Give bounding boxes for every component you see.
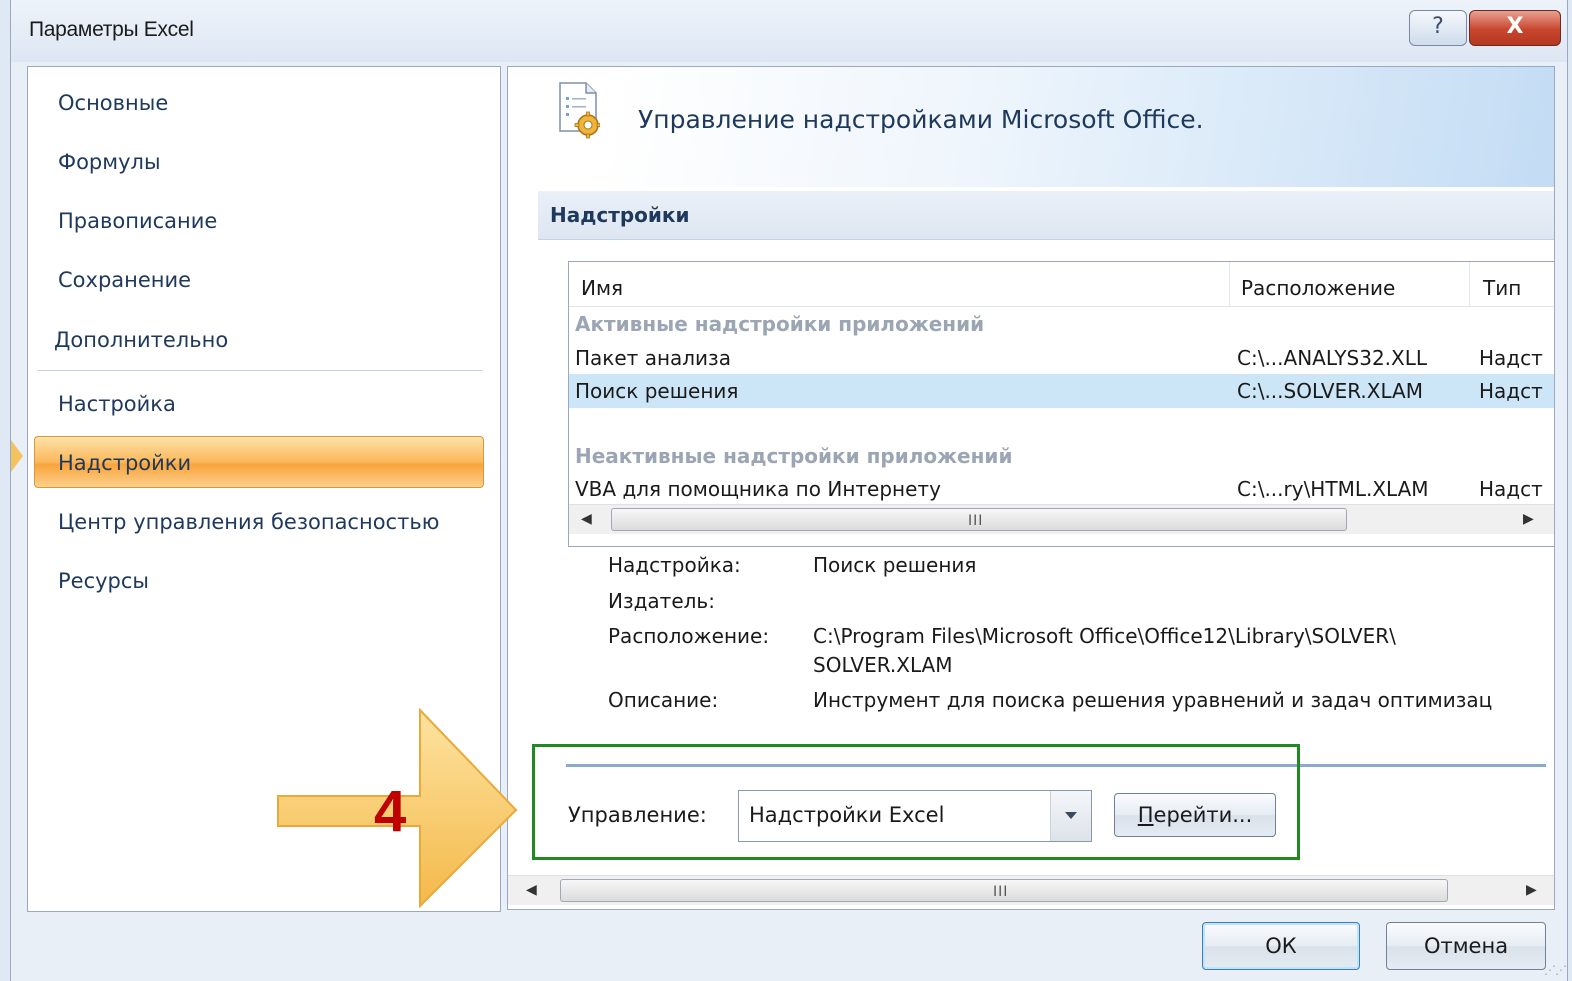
table-row[interactable]: VBA для помощника по Интернету C:\...ry\… <box>569 472 1554 506</box>
addins-list-header: Имя Расположение Тип <box>569 262 1554 307</box>
scroll-left-arrow-icon[interactable]: ◀ <box>581 511 592 527</box>
group-header-inactive: Неактивные надстройки приложений <box>575 444 1013 468</box>
row-name: Пакет анализа <box>575 346 731 370</box>
detail-description-value: Инструмент для поиска решения уравнений … <box>813 688 1493 712</box>
table-row[interactable]: Пакет анализа C:\...ANALYS32.XLL Надст <box>569 341 1554 375</box>
row-location: C:\...SOLVER.XLAM <box>1237 379 1423 403</box>
addins-gear-document-icon <box>559 82 600 139</box>
panel-banner: Управление надстройками Microsoft Office… <box>508 67 1554 187</box>
panel-banner-title: Управление надстройками Microsoft Office… <box>638 105 1204 134</box>
detail-location-value-cont: SOLVER.XLAM <box>813 653 953 677</box>
column-header-location[interactable]: Расположение <box>1241 276 1395 300</box>
window-title: Параметры Excel <box>29 18 194 41</box>
row-location: C:\...ry\HTML.XLAM <box>1237 477 1429 501</box>
scroll-right-arrow-icon[interactable]: ▶ <box>1526 882 1537 898</box>
detail-addin-label: Надстройка: <box>608 553 741 577</box>
sidebar-divider <box>38 370 482 371</box>
help-button[interactable]: ? <box>1409 10 1467 46</box>
detail-location-value: C:\Program Files\Microsoft Office\Office… <box>813 624 1396 648</box>
scroll-thumb[interactable]: III <box>611 508 1347 531</box>
detail-publisher-label: Издатель: <box>608 589 715 613</box>
group-header-active: Активные надстройки приложений <box>575 312 985 336</box>
row-type: Надст <box>1479 477 1543 501</box>
list-horizontal-scrollbar[interactable]: ◀ III ▶ <box>569 504 1554 534</box>
scroll-grip: III <box>993 884 1009 900</box>
column-header-type[interactable]: Тип <box>1483 276 1521 300</box>
go-button[interactable]: Перейти... <box>1114 793 1276 837</box>
title-bar: Параметры Excel ? X <box>11 0 1567 62</box>
table-row-selected[interactable]: Поиск решения C:\...SOLVER.XLAM Надст <box>569 374 1554 408</box>
manage-dropdown[interactable]: Надстройки Excel <box>738 790 1092 842</box>
ok-button[interactable]: ОК <box>1202 922 1360 970</box>
row-type: Надст <box>1479 346 1543 370</box>
sidebar-item-addins[interactable]: Надстройки <box>58 451 191 475</box>
annotation-arrow-tip <box>11 440 23 472</box>
sidebar-item-customize[interactable]: Настройка <box>58 392 176 416</box>
column-divider[interactable] <box>1469 262 1470 306</box>
sidebar-item-trust-center[interactable]: Центр управления безопасностью <box>58 510 439 534</box>
close-button[interactable]: X <box>1469 10 1561 46</box>
panel-horizontal-scrollbar[interactable]: ◀ III ▶ <box>508 875 1554 905</box>
sidebar-item-basic[interactable]: Основные <box>58 91 168 115</box>
row-name: VBA для помощника по Интернету <box>575 477 941 501</box>
column-header-name[interactable]: Имя <box>581 276 623 300</box>
row-name: Поиск решения <box>575 379 739 403</box>
manage-label: Управление: <box>568 803 707 827</box>
row-location: C:\...ANALYS32.XLL <box>1237 346 1428 370</box>
scroll-left-arrow-icon[interactable]: ◀ <box>526 882 537 898</box>
row-type: Надст <box>1479 379 1543 403</box>
sidebar-item-proofing[interactable]: Правописание <box>58 209 217 233</box>
sidebar-item-advanced[interactable]: Дополнительно <box>54 328 228 352</box>
cancel-button[interactable]: Отмена <box>1386 922 1546 970</box>
sidebar-item-formulas[interactable]: Формулы <box>58 150 161 174</box>
sidebar-item-resources[interactable]: Ресурсы <box>58 569 149 593</box>
addins-list[interactable]: Имя Расположение Тип Активные надстройки… <box>568 261 1554 547</box>
section-header: Надстройки <box>538 191 1554 240</box>
annotation-step-number: 4 <box>374 779 407 844</box>
column-divider[interactable] <box>1229 262 1230 306</box>
detail-location-label: Расположение: <box>608 624 770 648</box>
scroll-right-arrow-icon[interactable]: ▶ <box>1523 511 1534 527</box>
section-title: Надстройки <box>550 203 690 227</box>
detail-description-label: Описание: <box>608 688 719 712</box>
sidebar-item-save[interactable]: Сохранение <box>58 268 191 292</box>
resize-grip-icon[interactable]: ⋰⋰ <box>1544 963 1567 977</box>
scroll-grip: III <box>968 513 984 529</box>
go-button-label: ерейти... <box>1153 803 1253 827</box>
go-button-accel: П <box>1137 803 1154 827</box>
chevron-down-icon[interactable] <box>1050 791 1091 841</box>
manage-dropdown-value: Надстройки Excel <box>749 803 945 827</box>
scroll-thumb[interactable]: III <box>560 879 1448 902</box>
detail-addin-value: Поиск решения <box>813 553 977 577</box>
